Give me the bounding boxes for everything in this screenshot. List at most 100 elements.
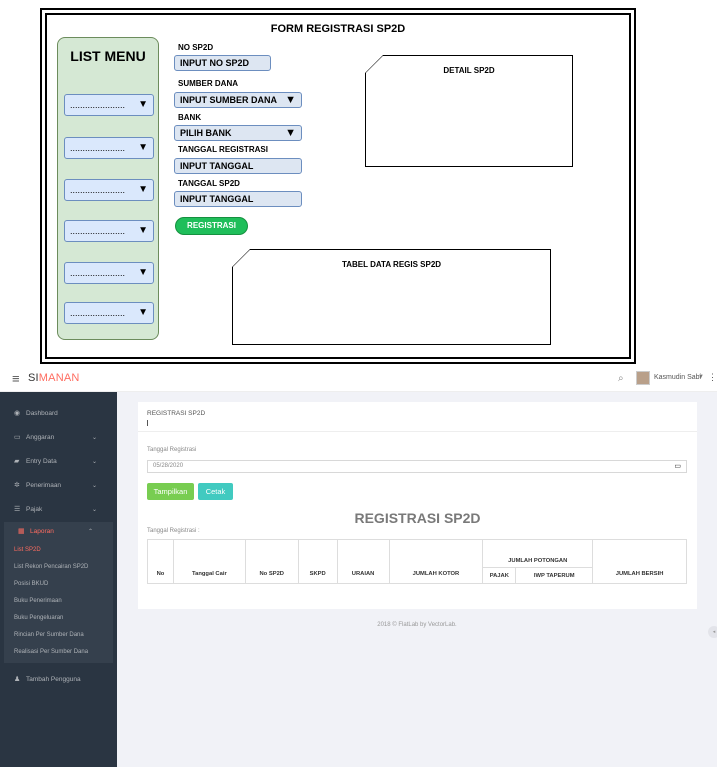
sidebar-item-label: Penerimaan xyxy=(26,482,62,489)
submenu-realisasi-sumber-dana[interactable]: Realisasi Per Sumber Dana xyxy=(14,649,88,655)
submenu-list-rekon[interactable]: List Rekon Pencairan SP2D xyxy=(14,564,88,570)
chevron-down-icon: ⌄ xyxy=(91,483,97,489)
submenu-list-sp2d[interactable]: List SP2D xyxy=(14,547,41,553)
col-header-pajak: PAJAK xyxy=(482,567,517,584)
bank-label: BANK xyxy=(178,113,202,122)
list-icon: ☰ xyxy=(14,506,21,513)
brand-logo[interactable]: SIMANAN xyxy=(28,372,80,384)
scroll-up-icon[interactable]: ◂ xyxy=(708,626,717,638)
brand-accent: MANAN xyxy=(38,372,80,384)
menu-select-5[interactable]: ...................... ▼ xyxy=(64,262,154,284)
sidebar-item-label: Anggaran xyxy=(26,434,55,441)
cetak-button[interactable]: Cetak xyxy=(198,483,233,500)
col-header-skpd: SKPD xyxy=(297,539,338,584)
search-icon[interactable]: ⌕ xyxy=(618,373,624,384)
tanggal-registrasi-label: TANGGAL REGISTRASI xyxy=(178,145,268,154)
report-title: REGISTRASI SP2D xyxy=(354,510,481,526)
sidebar-item-dashboard[interactable]: ◉ Dashboard xyxy=(0,404,117,424)
sidebar-item-label: Dashboard xyxy=(26,410,58,417)
tanggal-sp2d-input[interactable]: INPUT TANGGAL xyxy=(174,191,302,207)
tabel-data-title: TABEL DATA REGIS SP2D xyxy=(341,260,442,269)
report-subtitle: Tanggal Registrasi : xyxy=(147,528,200,534)
detail-sp2d-title: DETAIL SP2D xyxy=(443,66,495,75)
sidebar-item-label: Tambah Pengguna xyxy=(26,676,81,683)
menu-select-4[interactable]: ...................... ▼ xyxy=(64,220,154,242)
tanggal-registrasi-input[interactable]: INPUT TANGGAL xyxy=(174,158,302,174)
registrasi-panel: REGISTRASI SP2D Tanggal Registrasi 05/28… xyxy=(138,402,697,609)
sidebar-item-penerimaan[interactable]: ✲ Penerimaan ⌄ xyxy=(0,476,117,496)
menu-select-1[interactable]: ...................... ▼ xyxy=(64,94,154,116)
panel-header: REGISTRASI SP2D xyxy=(138,402,697,432)
submenu-buku-pengeluaran[interactable]: Buku Pengeluaran xyxy=(14,615,63,621)
chevron-up-icon: ⌃ xyxy=(87,529,93,535)
col-header-no: No xyxy=(147,539,174,584)
app-header: ≡ SIMANAN ⌕ Kasmudin Sabi ▼ ⋮ xyxy=(0,366,717,392)
dropdown-arrow-icon: ▼ xyxy=(285,127,296,139)
sidebar-item-laporan[interactable]: ▦ Laporan ⌃ xyxy=(4,522,113,542)
date-input[interactable]: 05/28/2020 ▭ xyxy=(147,460,687,473)
sidebar-item-label: Entry Data xyxy=(26,458,57,465)
caret-down-icon[interactable]: ▼ xyxy=(698,374,704,380)
menu-select-3[interactable]: ...................... ▼ xyxy=(64,179,154,201)
detail-sp2d-box: DETAIL SP2D xyxy=(365,55,573,167)
list-menu-panel: LIST MENU ...................... ▼ ......… xyxy=(57,37,159,340)
sidebar-item-label: Laporan xyxy=(30,528,54,535)
sidebar-item-entry-data[interactable]: ▰ Entry Data ⌄ xyxy=(0,452,117,472)
dashboard-icon: ◉ xyxy=(14,410,21,417)
tanggal-sp2d-label: TANGGAL SP2D xyxy=(178,179,240,188)
sidebar-item-tambah-pengguna[interactable]: ♟ Tambah Pengguna xyxy=(0,670,117,690)
footer-text: 2018 © FlatLab by VectorLab. xyxy=(377,622,457,628)
col-header-no-sp2d: No SP2D xyxy=(244,539,299,584)
chevron-down-icon: ⌄ xyxy=(91,435,97,441)
bank-select[interactable]: PILIH BANK ▼ xyxy=(174,125,302,141)
col-header-iwp-taperum: IWP TAPERUM xyxy=(515,567,594,584)
avatar[interactable] xyxy=(636,371,650,385)
calendar-icon[interactable]: ▭ xyxy=(674,461,681,472)
col-header-jumlah-potongan: JUMLAH POTONGAN xyxy=(482,539,594,568)
form-title: FORM REGISTRASI SP2D xyxy=(270,23,406,35)
laporan-submenu: List SP2D List Rekon Pencairan SP2D Posi… xyxy=(4,541,113,663)
no-sp2d-input[interactable]: INPUT NO SP2D xyxy=(174,55,271,71)
dropdown-arrow-icon: ▼ xyxy=(138,225,148,236)
sumber-dana-select[interactable]: INPUT SUMBER DANA ▼ xyxy=(174,92,302,108)
submenu-posisi-bkud[interactable]: Posisi BKUD xyxy=(14,581,48,587)
col-header-uraian: URAIAN xyxy=(336,539,390,584)
sidebar-item-pajak[interactable]: ☰ Pajak ⌄ xyxy=(0,500,117,520)
dropdown-arrow-icon: ▼ xyxy=(138,307,148,318)
date-label: Tanggal Registrasi xyxy=(147,447,197,453)
page-title: REGISTRASI SP2D xyxy=(147,410,206,417)
wireframe-frame: FORM REGISTRASI SP2D LIST MENU .........… xyxy=(45,13,631,359)
brand-prefix: SI xyxy=(28,372,39,384)
tabel-data-box: TABEL DATA REGIS SP2D xyxy=(232,249,551,345)
submenu-buku-penerimaan[interactable]: Buku Penerimaan xyxy=(14,598,62,604)
menu-select-6[interactable]: ...................... ▼ xyxy=(64,302,154,324)
no-sp2d-label: NO SP2D xyxy=(178,43,214,52)
table-icon: ▦ xyxy=(18,528,25,535)
sidebar-item-label: Pajak xyxy=(26,506,43,513)
dropdown-arrow-icon: ▼ xyxy=(138,99,148,110)
menu-select-text: ...................... xyxy=(70,100,126,110)
sumber-dana-label: SUMBER DANA xyxy=(178,79,238,88)
sidebar-item-anggaran[interactable]: ▭ Anggaran ⌄ xyxy=(0,428,117,448)
user-name[interactable]: Kasmudin Sabi xyxy=(654,374,701,381)
user-icon: ♟ xyxy=(14,676,21,683)
tampilkan-button[interactable]: Tampilkan xyxy=(147,483,194,500)
chevron-down-icon: ⌄ xyxy=(91,507,97,513)
sumber-dana-text: INPUT SUMBER DANA xyxy=(180,95,278,105)
cogs-icon: ✲ xyxy=(14,482,20,489)
menu-select-text: ...................... xyxy=(70,226,126,236)
sidebar: ◉ Dashboard ▭ Anggaran ⌄ ▰ Entry Data ⌄ ✲ Pene… xyxy=(0,392,117,767)
toggle-right-icon[interactable]: ⋮ xyxy=(708,372,717,383)
menu-select-text: ...................... xyxy=(70,143,126,153)
submenu-rincian-sumber-dana[interactable]: Rincian Per Sumber Dana xyxy=(14,632,84,638)
menu-select-text: ...................... xyxy=(70,268,126,278)
menu-select-text: ...................... xyxy=(70,308,126,318)
hamburger-menu-icon[interactable]: ≡ xyxy=(12,371,20,386)
dropdown-arrow-icon: ▼ xyxy=(285,94,296,106)
menu-select-text: ...................... xyxy=(70,185,126,195)
bank-text: PILIH BANK xyxy=(180,128,232,138)
menu-select-2[interactable]: ...................... ▼ xyxy=(64,137,154,159)
text-cursor xyxy=(147,420,148,426)
registrasi-button[interactable]: REGISTRASI xyxy=(175,217,248,235)
col-header-jumlah-kotor: JUMLAH KOTOR xyxy=(388,539,484,584)
